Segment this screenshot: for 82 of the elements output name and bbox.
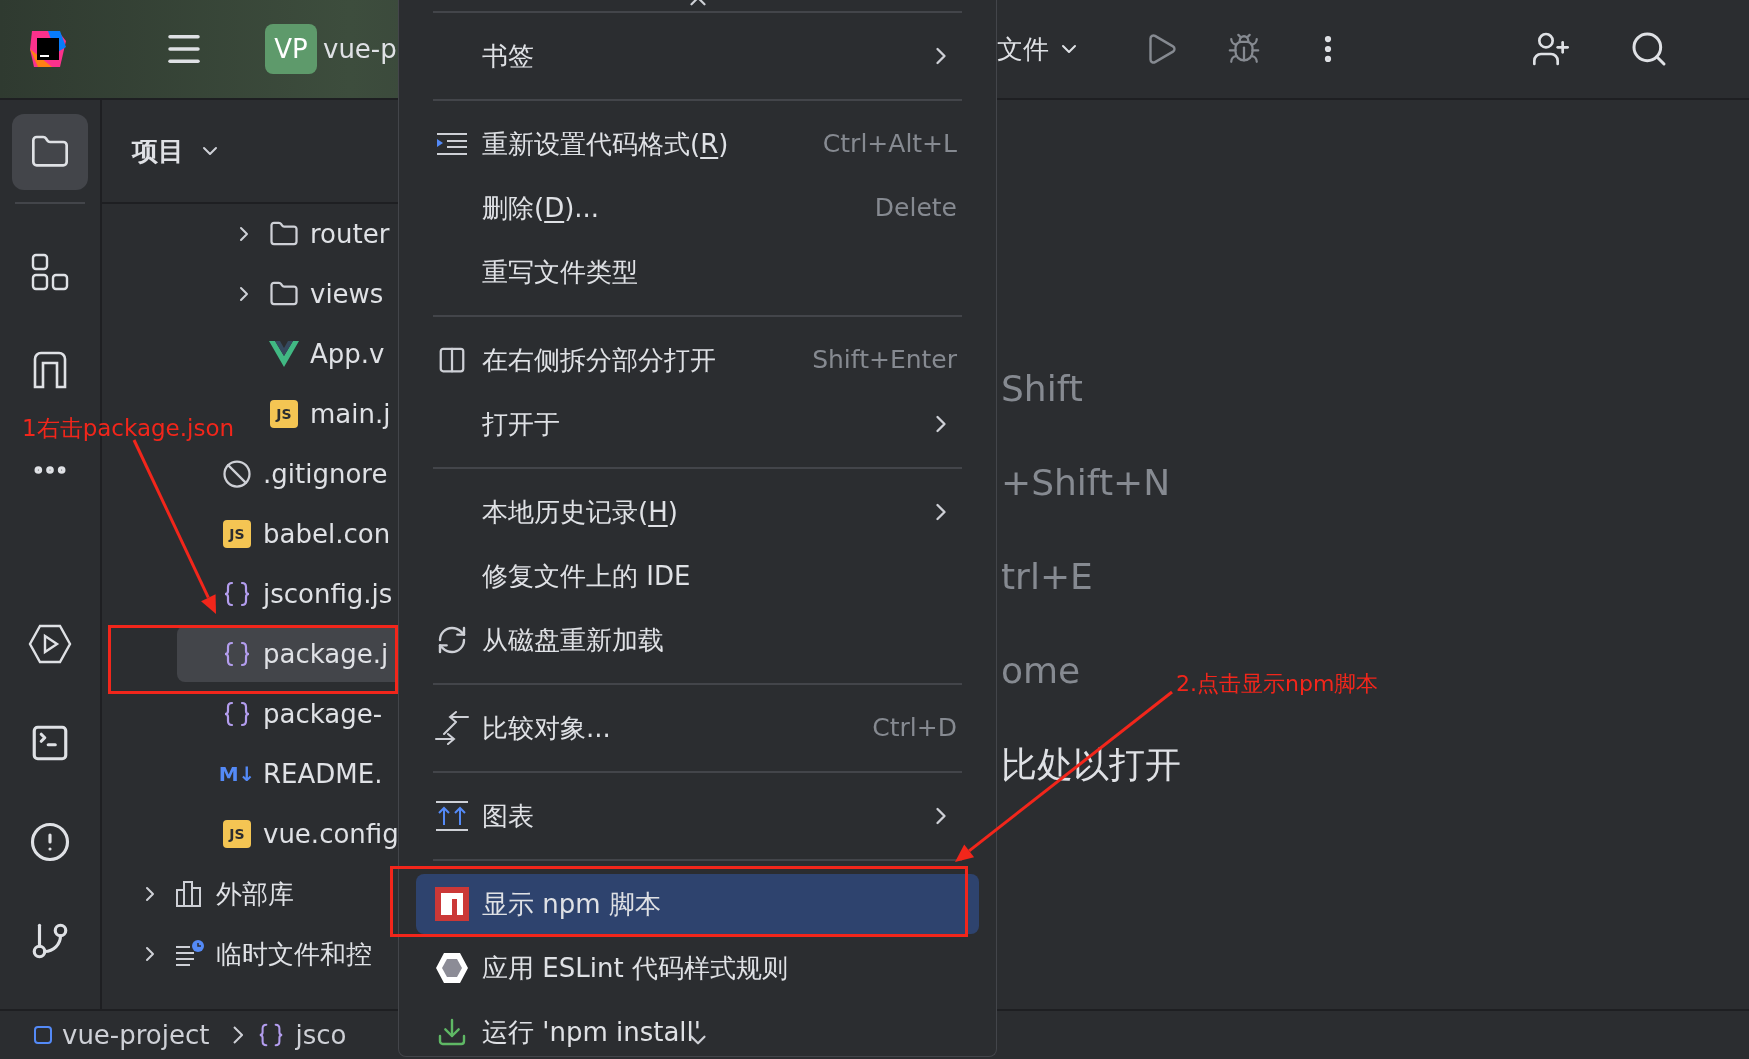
menu-item[interactable]: 修复文件上的 IDE: [416, 546, 979, 606]
vue-icon: [269, 341, 299, 367]
compare-arrows-icon: [434, 711, 470, 745]
file-name: README.: [263, 757, 383, 791]
editor-hint: ome: [1001, 650, 1081, 692]
tree-item[interactable]: 外部库: [130, 866, 398, 922]
ignore-file-icon: [222, 459, 252, 489]
menu-item[interactable]: 本地历史记录(H): [416, 482, 979, 542]
menu-item[interactable]: 打开于: [416, 394, 979, 454]
tree-item[interactable]: router: [224, 206, 398, 262]
editor-hint: Shift: [1001, 368, 1083, 410]
logo-icon: [28, 29, 68, 69]
editor-hint: 比处以打开: [1001, 744, 1181, 786]
tree-item[interactable]: .gitignore: [177, 446, 398, 502]
menu-item[interactable]: 从磁盘重新加载: [416, 610, 979, 670]
tree-item[interactable]: package-: [177, 686, 398, 742]
js-file-icon: JS: [223, 520, 251, 548]
js-file-icon: JS: [223, 820, 251, 848]
module-icon: [34, 1026, 52, 1044]
diagram-icon: [434, 800, 470, 832]
menu-item[interactable]: 比较对象... Ctrl+D: [416, 698, 979, 758]
reload-icon: [436, 624, 468, 656]
project-name[interactable]: vue-p: [323, 29, 397, 69]
shortcut-text: Ctrl+D: [872, 712, 957, 745]
debug-icon[interactable]: [1227, 32, 1261, 66]
tree-item[interactable]: JS vue.config: [177, 806, 398, 862]
breadcrumb-item[interactable]: vue-project: [62, 1015, 210, 1055]
menu-item[interactable]: 运行 'npm install': [416, 1002, 979, 1056]
menu-item[interactable]: 删除(D)... Delete: [416, 178, 979, 238]
js-file-icon: JS: [270, 400, 298, 428]
tree-item[interactable]: views: [224, 266, 398, 322]
tree-item[interactable]: App.v: [224, 326, 398, 382]
menu-item[interactable]: 重写文件类型: [416, 242, 979, 302]
breadcrumb-item[interactable]: jsco: [295, 1015, 347, 1055]
arch-icon[interactable]: [31, 351, 69, 389]
file-name: package.j: [263, 637, 389, 671]
braces-icon: [222, 579, 252, 609]
editor-hint: trl+E: [1001, 556, 1093, 598]
tree-item[interactable]: 临时文件和控: [130, 926, 398, 982]
menu-item[interactable]: 重新设置代码格式(R) Ctrl+Alt+L: [416, 114, 979, 174]
tree-item[interactable]: jsconfig.js: [177, 566, 398, 622]
file-name: views: [310, 277, 384, 311]
file-name: router: [310, 217, 390, 251]
braces-icon: [222, 639, 252, 669]
tree-item[interactable]: JS babel.con: [177, 506, 398, 562]
annotation-text: 2.点击显示npm脚本: [1176, 670, 1379, 698]
current-file-menu[interactable]: 文件: [997, 29, 1049, 69]
npm-icon: [435, 887, 469, 921]
panel-title[interactable]: 项目: [132, 131, 184, 171]
file-name: vue.config: [263, 817, 398, 851]
file-name: 临时文件和控: [216, 937, 372, 971]
file-name: jsconfig.js: [263, 577, 393, 611]
markdown-icon: M↓: [218, 759, 256, 789]
file-name: App.v: [310, 337, 385, 371]
hexagon-icon: [435, 952, 469, 984]
shortcut-text: Delete: [874, 192, 957, 225]
shortcut-text: Ctrl+Alt+L: [822, 128, 957, 161]
menu-item[interactable]: 图表: [416, 786, 979, 846]
chevron-right-icon: [233, 1026, 244, 1044]
braces-icon: [222, 699, 252, 729]
scratch-file-icon: [174, 939, 206, 969]
annotation-text: 1右击package.json: [22, 414, 235, 443]
tree-item[interactable]: M↓ README.: [177, 746, 398, 802]
download-icon: [436, 1016, 468, 1048]
structure-icon[interactable]: [30, 252, 70, 292]
file-name: 外部库: [216, 877, 294, 911]
editor-hint: +Shift+N: [1001, 462, 1171, 504]
problems-icon[interactable]: [29, 821, 71, 863]
file-name: babel.con: [263, 517, 391, 551]
file-name: package-: [263, 697, 383, 731]
shortcut-text: Shift+Enter: [812, 344, 957, 377]
file-name: main.j: [310, 397, 391, 431]
menu-item[interactable]: 应用 ESLint 代码样式规则: [416, 938, 979, 998]
tree-item[interactable]: package.j: [177, 626, 398, 682]
file-name: .gitignore: [263, 457, 388, 491]
split-view-icon: [437, 345, 467, 375]
reformat-icon: [436, 131, 468, 157]
menu-item[interactable]: 在右侧拆分部分打开 Shift+Enter: [416, 330, 979, 390]
run-hexagon-icon[interactable]: [28, 624, 72, 664]
project-badge: VP: [265, 24, 317, 74]
menu-item[interactable]: 显示 npm 脚本: [416, 874, 979, 934]
menu-item[interactable]: 书签: [416, 26, 979, 86]
